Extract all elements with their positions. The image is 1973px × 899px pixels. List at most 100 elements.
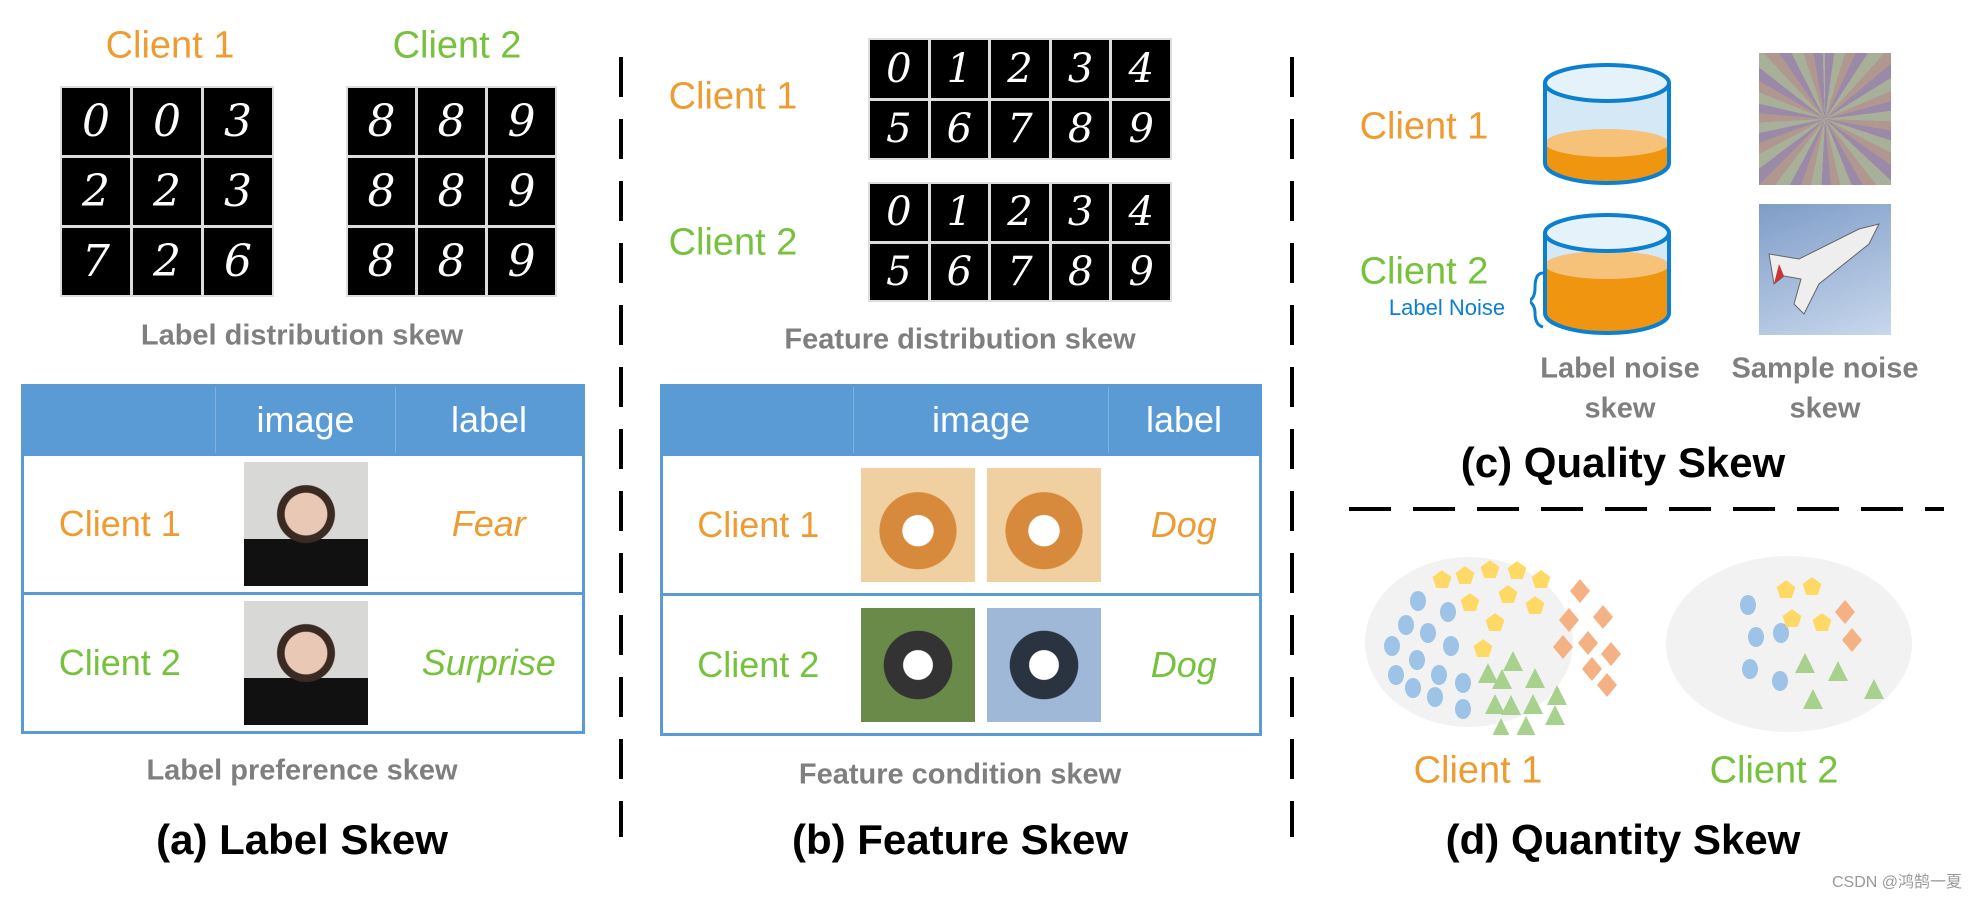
triangle-marker — [1545, 705, 1565, 725]
digit-cell: 4 — [1112, 40, 1170, 98]
diamond-marker — [1582, 657, 1602, 681]
shiba-dog-image — [987, 467, 1101, 582]
circle-marker — [1410, 591, 1426, 611]
quality-skew-client1: Client 1 — [1359, 105, 1489, 148]
digit-cell: 7 — [991, 100, 1049, 158]
circle-marker — [1443, 636, 1459, 656]
sample-noise-caption-line1: Sample noise — [1731, 352, 1919, 385]
digit-cell: 6 — [204, 228, 272, 295]
circle-marker — [1384, 636, 1400, 656]
row-label: Dog — [1108, 593, 1261, 735]
header-label: label — [1108, 385, 1261, 455]
feature-condition-caption: Feature condition skew — [798, 758, 1122, 791]
digit-cell: 1 — [930, 184, 989, 241]
label-skew-client1: Client 1 — [105, 24, 235, 67]
mnist-grid-client2: 01234 56789 — [868, 182, 1172, 302]
circle-marker — [1420, 623, 1436, 643]
row-client: Client 2 — [22, 592, 216, 733]
digit-cell: 8 — [418, 158, 485, 225]
circle-marker — [1455, 699, 1471, 719]
digit-cell: 8 — [418, 88, 485, 155]
digit-cell: 3 — [1051, 184, 1110, 241]
digit-cell: 8 — [348, 228, 415, 295]
digit-cell: 9 — [1112, 100, 1170, 158]
digit-cell: 3 — [204, 88, 272, 155]
header-image: image — [853, 385, 1109, 455]
header-label: label — [395, 385, 584, 455]
quantity-scatter — [1365, 556, 1912, 735]
digit-cell: 5 — [870, 100, 928, 158]
digit-cell: 2 — [991, 184, 1049, 241]
feature-distribution-caption: Feature distribution skew — [784, 323, 1136, 356]
circle-marker — [1427, 687, 1443, 707]
digit-cell: 8 — [1051, 100, 1110, 158]
table-row: Client 1 Dog — [661, 453, 1261, 595]
circle-marker — [1388, 665, 1404, 685]
digit-cell: 3 — [1051, 40, 1110, 98]
fearful-girl-image — [243, 601, 368, 725]
digit-cell: 9 — [488, 158, 555, 225]
husky-dog-image — [987, 607, 1101, 722]
label-noise-caption-line2: skew — [1584, 392, 1656, 425]
divider — [619, 57, 623, 837]
label-preference-caption: Label preference skew — [146, 754, 458, 787]
circle-marker — [1431, 665, 1447, 685]
circle-marker — [1405, 678, 1421, 698]
digit-cell: 8 — [348, 88, 415, 155]
digit-cell: 0 — [133, 88, 201, 155]
circle-marker — [1740, 595, 1756, 615]
sample-noise-caption-line2: skew — [1789, 392, 1861, 425]
digit-cell: 7 — [991, 243, 1049, 300]
digit-cell: 3 — [204, 158, 272, 225]
quantity-skew-client1: Client 1 — [1413, 749, 1543, 792]
diamond-marker — [1570, 579, 1590, 603]
divider — [1290, 57, 1294, 837]
row-client: Client 1 — [22, 453, 216, 594]
circle-marker — [1409, 650, 1425, 670]
digit-cell: 0 — [62, 88, 130, 155]
clean-airplane-image — [1759, 204, 1891, 335]
mnist-grid-client1: 003223726 — [60, 86, 274, 297]
diamond-marker — [1597, 673, 1617, 697]
feature-skew-title: (b) Feature Skew — [791, 816, 1129, 863]
data-cylinders — [1530, 63, 1671, 335]
quantity-skew-client2: Client 2 — [1709, 749, 1839, 792]
digit-cell: 0 — [870, 40, 928, 98]
mnist-grid-client2: 889889889 — [346, 86, 557, 297]
row-label: Dog — [1108, 453, 1261, 595]
label-distribution-caption: Label distribution skew — [140, 319, 464, 352]
digit-cell: 9 — [488, 228, 555, 295]
noisy-airplane-image — [1759, 53, 1891, 185]
digit-cell: 2 — [62, 158, 130, 225]
cylinder-client1 — [1543, 63, 1671, 185]
label-noise-caption-line1: Label noise — [1540, 352, 1700, 385]
digit-cell: 9 — [1112, 243, 1170, 300]
brace-icon — [1530, 271, 1544, 329]
digit-cell: 8 — [418, 228, 485, 295]
circle-marker — [1398, 615, 1414, 635]
digit-cell: 2 — [991, 40, 1049, 98]
digit-cell: 6 — [930, 243, 989, 300]
circle-marker — [1742, 659, 1758, 679]
quality-skew-client2: Client 2 — [1359, 250, 1489, 293]
pentagon-marker — [1531, 570, 1551, 589]
label-skew-title: (a) Label Skew — [156, 816, 448, 863]
feature-condition-table: image label Client 1 Dog Client 2 Dog — [660, 384, 1262, 736]
feature-skew-client1: Client 1 — [668, 75, 798, 118]
row-label: Surprise — [395, 592, 584, 733]
row-client: Client 1 — [661, 453, 854, 595]
row-label: Fear — [395, 453, 584, 594]
header-empty — [22, 385, 216, 455]
quality-skew-title: (c) Quality Skew — [1460, 439, 1786, 486]
triangle-marker — [1516, 716, 1536, 735]
husky-dog-image — [861, 607, 975, 722]
digit-cell: 6 — [930, 100, 989, 158]
pentagon-marker — [1507, 561, 1527, 580]
circle-marker — [1455, 673, 1471, 693]
quantity-skew-title: (d) Quantity Skew — [1445, 816, 1801, 863]
row-client: Client 2 — [661, 593, 854, 735]
digit-cell: 2 — [133, 228, 201, 295]
diamond-marker — [1578, 631, 1598, 655]
shiba-dog-image — [861, 467, 975, 582]
circle-marker — [1748, 627, 1764, 647]
